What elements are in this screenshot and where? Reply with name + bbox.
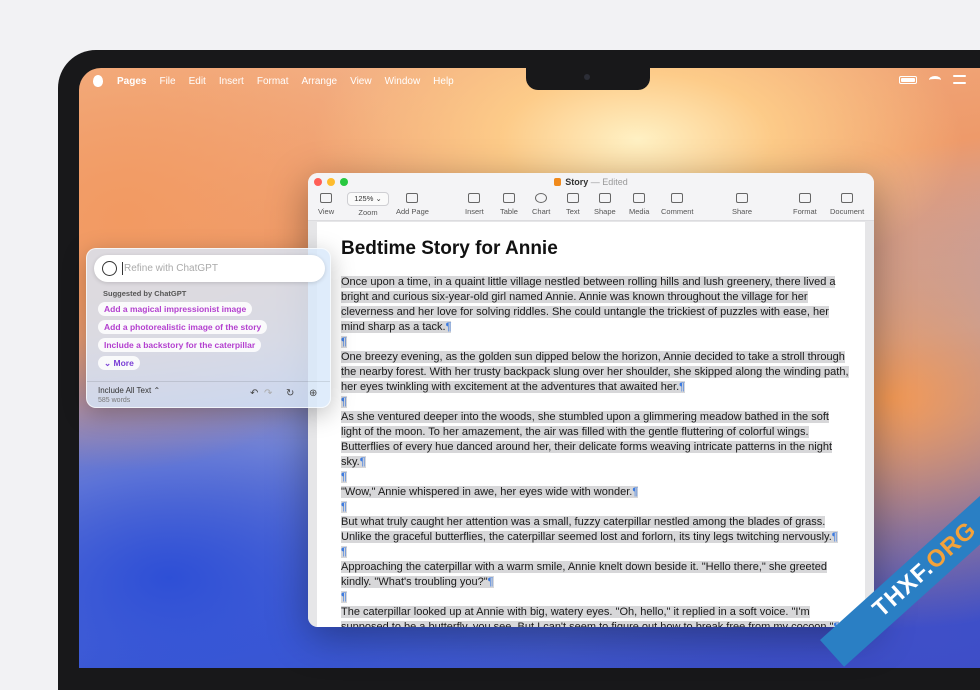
chevron-updown-icon: ⌃ — [153, 386, 161, 395]
add-icon[interactable]: ⊕ — [309, 389, 317, 399]
camera-icon — [584, 74, 590, 80]
refine-input[interactable] — [124, 261, 314, 276]
word-count: 585 words — [98, 397, 131, 404]
add-page-icon — [406, 193, 419, 203]
panel-divider — [87, 381, 330, 382]
text-cursor — [122, 262, 123, 275]
paragraph[interactable]: One breezy evening, as the golden sun di… — [341, 350, 849, 395]
apple-menu-icon[interactable] — [93, 75, 103, 87]
menu-view[interactable]: View — [350, 76, 372, 87]
suggestion-backstory[interactable]: Include a backstory for the caterpillar — [98, 338, 262, 352]
add-page-button[interactable]: Add Page — [396, 193, 429, 216]
suggestion-impressionist-image[interactable]: Add a magical impressionist image — [98, 302, 253, 316]
shape-icon — [598, 193, 611, 203]
refine-field[interactable] — [94, 255, 325, 282]
menu-window[interactable]: Window — [385, 76, 421, 87]
window-title: Story — Edited — [308, 177, 874, 187]
document-icon — [841, 193, 854, 203]
battery-icon[interactable] — [899, 75, 917, 84]
menu-arrange[interactable]: Arrange — [302, 76, 338, 87]
insert-icon — [468, 193, 481, 203]
undo-icon[interactable]: ↶ — [250, 389, 258, 399]
wifi-icon[interactable] — [929, 75, 941, 84]
text-box-icon — [566, 193, 579, 203]
control-center-icon[interactable] — [953, 75, 966, 84]
document-heading[interactable]: Bedtime Story for Annie — [341, 238, 558, 260]
menu-app-name[interactable]: Pages — [117, 76, 146, 87]
paragraph[interactable]: Once upon a time, in a quaint little vil… — [341, 275, 849, 335]
zoom-select[interactable]: 125% ⌄ — [347, 192, 389, 206]
paragraph[interactable]: But what truly caught her attention was … — [341, 515, 849, 545]
chart-icon — [535, 193, 548, 203]
paintbrush-icon — [798, 193, 811, 203]
paragraph[interactable]: As she ventured deeper into the woods, s… — [341, 410, 849, 470]
paragraph[interactable]: The caterpillar looked up at Annie with … — [341, 605, 849, 627]
camera-notch — [526, 68, 650, 90]
edited-status: Edited — [602, 177, 628, 187]
media-icon — [633, 193, 646, 203]
shape-button[interactable]: Shape — [594, 193, 616, 216]
paragraph[interactable]: Approaching the caterpillar with a warm … — [341, 560, 849, 590]
pages-window: Story — Edited View 125% ⌄ Zoom Add Page … — [308, 173, 874, 627]
menu-edit[interactable]: Edit — [189, 76, 206, 87]
retry-icon[interactable]: ↻ — [286, 389, 294, 399]
pages-document-icon — [554, 178, 562, 186]
chatgpt-icon — [102, 261, 117, 276]
chart-button[interactable]: Chart — [532, 193, 550, 216]
paragraph[interactable]: "Wow," Annie whispered in awe, her eyes … — [341, 485, 849, 500]
text-button[interactable]: Text — [566, 193, 580, 216]
table-icon — [502, 193, 515, 203]
window-toolbar: Story — Edited View 125% ⌄ Zoom Add Page … — [308, 173, 874, 221]
media-button[interactable]: Media — [629, 193, 649, 216]
more-button[interactable]: ⌄ More — [98, 356, 140, 370]
menu-help[interactable]: Help — [433, 76, 454, 87]
insert-button[interactable]: Insert — [465, 193, 484, 216]
redo-icon[interactable]: ↷ — [264, 389, 272, 399]
suggestion-photorealistic-image[interactable]: Add a photorealistic image of the story — [98, 320, 268, 334]
menu-file[interactable]: File — [159, 76, 175, 87]
document-button[interactable]: Document — [830, 193, 864, 216]
comment-button[interactable]: Comment — [661, 193, 694, 216]
share-icon — [736, 193, 748, 203]
document-name: Story — [565, 177, 589, 187]
writing-tools-panel: Suggested by ChatGPT Add a magical impre… — [86, 248, 331, 408]
menu-insert[interactable]: Insert — [219, 76, 244, 87]
document-body[interactable]: Once upon a time, in a quaint little vil… — [341, 275, 849, 627]
table-button[interactable]: Table — [500, 193, 518, 216]
include-text-select[interactable]: Include All Text ⌃ — [98, 386, 160, 395]
sidebar-icon — [320, 193, 333, 203]
zoom-control[interactable]: 125% ⌄ Zoom — [347, 192, 389, 217]
menu-format[interactable]: Format — [257, 76, 289, 87]
share-button[interactable]: Share — [732, 193, 752, 216]
document-page[interactable]: Bedtime Story for Annie Once upon a time… — [317, 222, 865, 627]
format-button[interactable]: Format — [793, 193, 817, 216]
comment-icon — [671, 193, 684, 203]
view-button[interactable]: View — [318, 193, 334, 216]
suggested-heading: Suggested by ChatGPT — [103, 289, 187, 298]
